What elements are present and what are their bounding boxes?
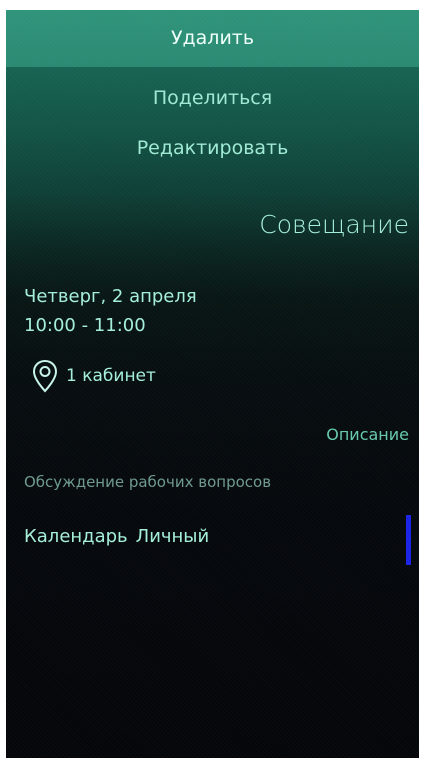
calendar-color-indicator [406,515,411,565]
calendar-info: Календарь Личный [24,526,209,547]
event-screen: Удалить Поделиться Редактировать Совещан… [6,10,419,758]
edit-menu-item[interactable]: Редактировать [6,130,419,166]
calendar-row[interactable]: Календарь Личный [6,515,419,565]
calendar-name: Личный [135,526,210,547]
event-location: 1 кабинет [32,358,156,394]
delete-menu-item[interactable]: Удалить [6,10,419,67]
share-menu-item[interactable]: Поделиться [6,80,419,116]
description-header: Описание [326,425,409,444]
event-title: Совещание [259,210,409,239]
event-description: Обсуждение рабочих вопросов [24,473,272,491]
map-pin-icon [32,359,58,393]
event-time: 10:00 - 11:00 [24,315,146,336]
location-text: 1 кабинет [66,366,156,386]
calendar-label: Календарь [24,526,128,547]
event-date: Четверг, 2 апреля [24,286,197,307]
